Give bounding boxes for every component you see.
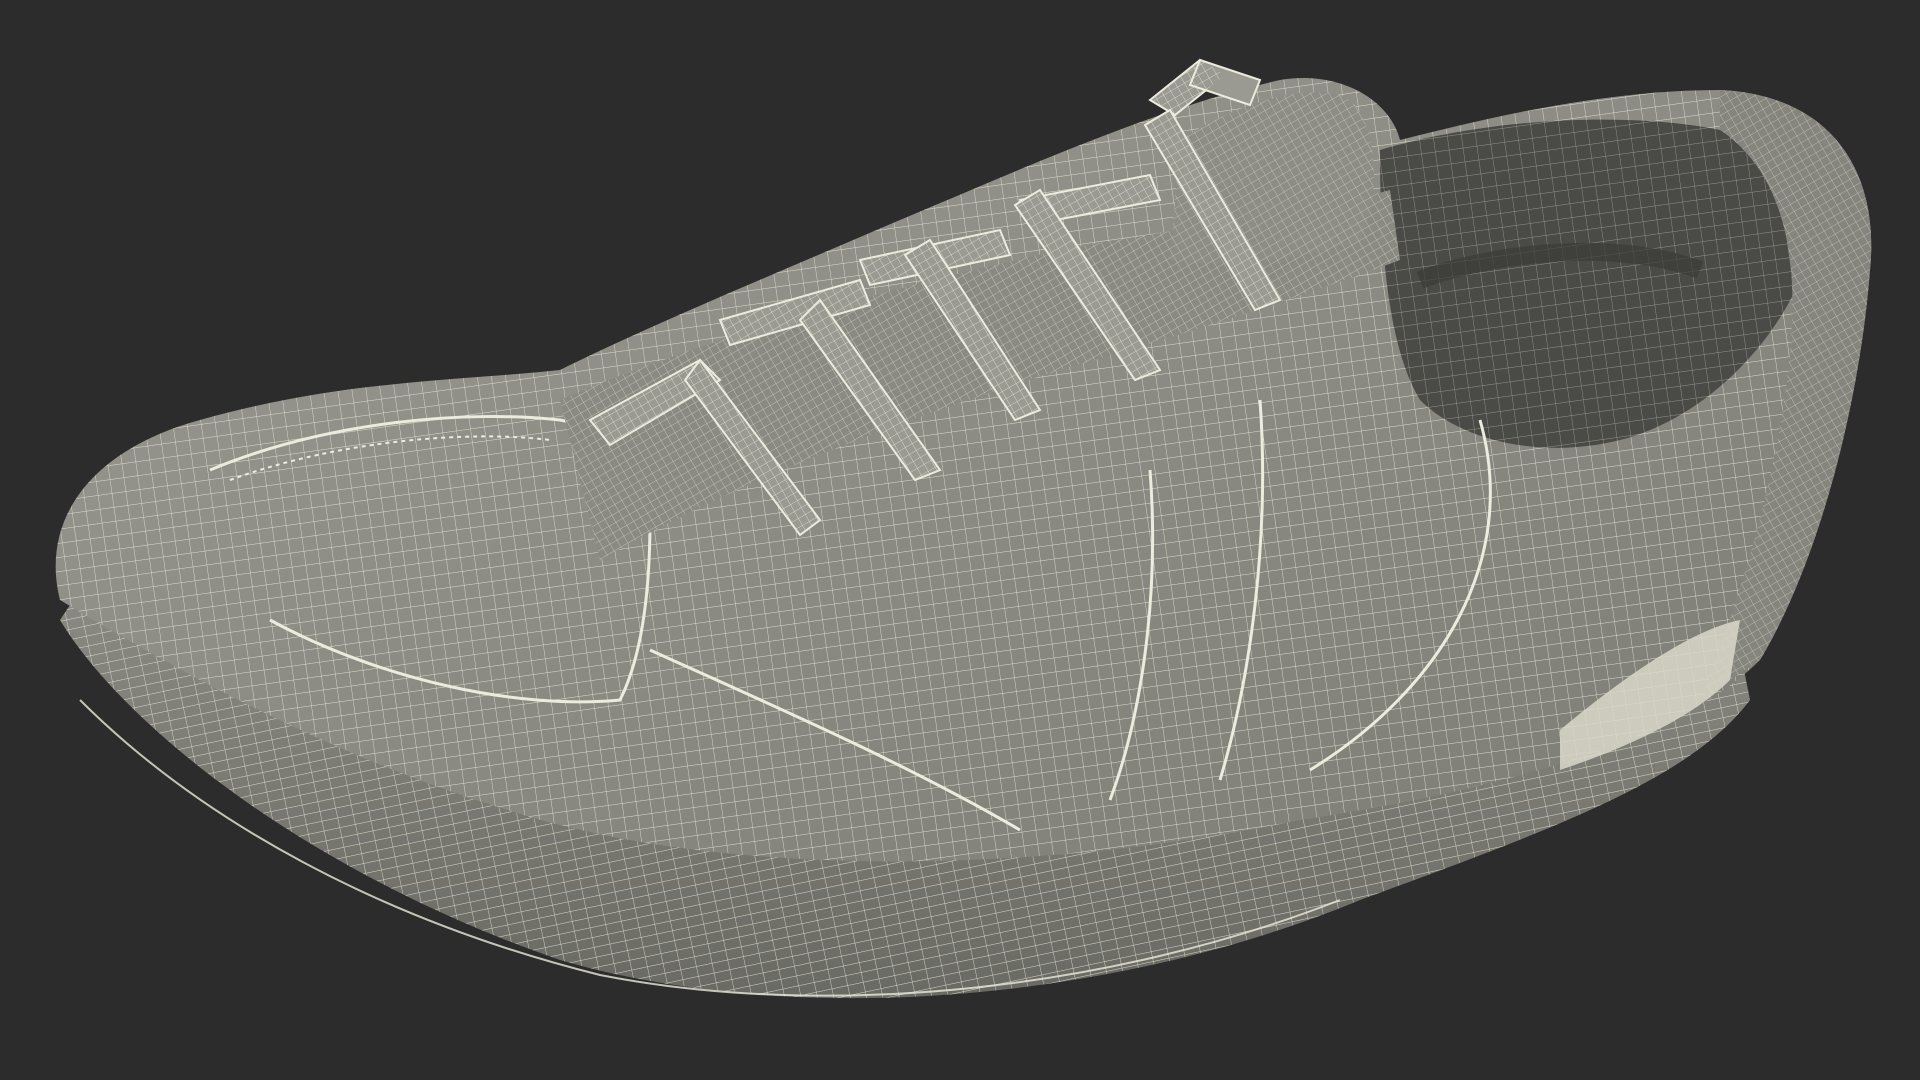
sneaker-wireframe-render bbox=[55, 58, 1872, 999]
render-viewport bbox=[0, 0, 1920, 1080]
